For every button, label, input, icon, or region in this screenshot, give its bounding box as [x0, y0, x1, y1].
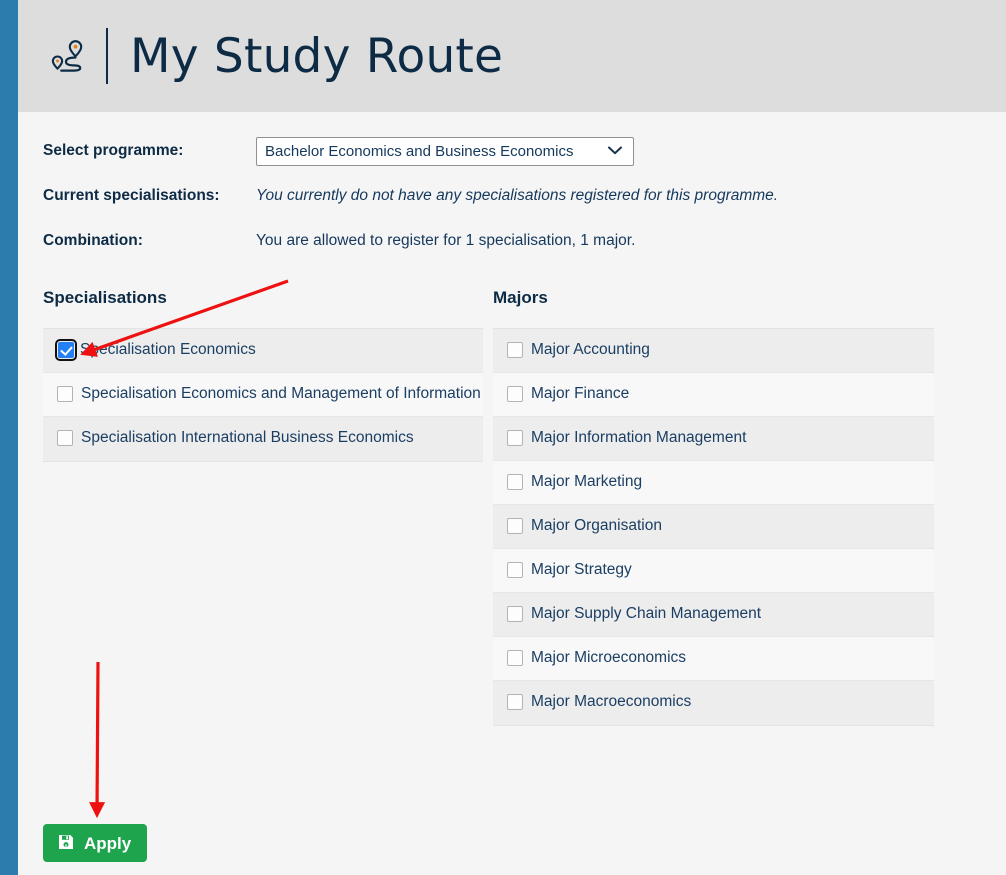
specialisation-checkbox-checked[interactable]: [55, 339, 77, 361]
list-item-label: Major Macroeconomics: [531, 693, 692, 710]
current-specialisations-row: Current specialisations: You currently d…: [43, 178, 943, 214]
list-item-label: Major Strategy: [531, 561, 632, 578]
specialisations-column: Specialisations Specialisation Economics…: [43, 288, 483, 462]
left-sidebar-rail: [0, 0, 18, 875]
programme-label: Select programme:: [43, 142, 184, 159]
specialisations-list: Specialisation Economics Specialisation …: [43, 328, 483, 462]
combination-row: Combination: You are allowed to register…: [43, 223, 943, 259]
apply-button-label: Apply: [84, 833, 132, 853]
list-item-label: Major Finance: [531, 385, 630, 402]
list-item[interactable]: Major Microeconomics: [493, 637, 934, 681]
programme-form: Select programme: Bachelor Economics and…: [43, 133, 943, 268]
list-item[interactable]: Major Organisation: [493, 505, 934, 549]
list-item-label: Major Microeconomics: [531, 649, 687, 666]
majors-heading: Majors: [493, 288, 548, 307]
list-item[interactable]: Major Information Management: [493, 417, 934, 461]
current-specialisations-value: You currently do not have any specialisa…: [256, 187, 779, 204]
list-item[interactable]: Specialisation Economics: [43, 329, 483, 373]
major-checkbox[interactable]: [507, 694, 523, 710]
page-title: My Study Route: [130, 28, 504, 84]
major-checkbox[interactable]: [507, 342, 523, 358]
list-item-label: Specialisation International Business Ec…: [81, 429, 414, 446]
current-specialisations-label: Current specialisations:: [43, 187, 220, 204]
my-study-route-page: My Study Route Select programme: Bachelo…: [0, 0, 1006, 875]
save-floppy-icon: [57, 833, 75, 854]
route-map-pins-icon: [44, 33, 90, 79]
header-divider: [106, 28, 108, 84]
major-checkbox[interactable]: [507, 430, 523, 446]
list-item[interactable]: Major Macroeconomics: [493, 681, 934, 725]
major-checkbox[interactable]: [507, 386, 523, 402]
list-item-label: Major Accounting: [531, 341, 650, 358]
specialisation-checkbox[interactable]: [57, 430, 73, 446]
list-item-label: Major Supply Chain Management: [531, 605, 762, 622]
programme-select[interactable]: Bachelor Economics and Business Economic…: [256, 136, 634, 166]
major-checkbox[interactable]: [507, 474, 523, 490]
combination-value: You are allowed to register for 1 specia…: [256, 232, 636, 249]
list-item[interactable]: Major Finance: [493, 373, 934, 417]
list-item-label: Major Organisation: [531, 517, 662, 534]
list-item[interactable]: Major Marketing: [493, 461, 934, 505]
major-checkbox[interactable]: [507, 518, 523, 534]
annotation-arrow-to-apply: [89, 661, 106, 819]
list-item[interactable]: Major Supply Chain Management: [493, 593, 934, 637]
major-checkbox[interactable]: [507, 606, 523, 622]
programme-select-wrapper: Bachelor Economics and Business Economic…: [256, 136, 634, 166]
specialisations-heading: Specialisations: [43, 288, 167, 307]
programme-row: Select programme: Bachelor Economics and…: [43, 133, 943, 169]
major-checkbox[interactable]: [507, 562, 523, 578]
majors-column: Majors Major Accounting Major Finance Ma…: [493, 288, 934, 726]
list-item[interactable]: Major Accounting: [493, 329, 934, 373]
majors-list: Major Accounting Major Finance Major Inf…: [493, 328, 934, 726]
list-item[interactable]: Major Strategy: [493, 549, 934, 593]
specialisation-checkbox[interactable]: [57, 386, 73, 402]
list-item[interactable]: Specialisation Economics and Management …: [43, 373, 483, 417]
combination-label: Combination:: [43, 232, 143, 249]
list-item-label: Major Information Management: [531, 429, 747, 446]
list-item[interactable]: Specialisation International Business Ec…: [43, 417, 483, 461]
list-item-label: Specialisation Economics and Management …: [81, 385, 481, 402]
apply-button[interactable]: Apply: [43, 824, 148, 862]
list-item-label: Specialisation Economics: [80, 341, 256, 358]
list-item-label: Major Marketing: [531, 473, 643, 490]
major-checkbox[interactable]: [507, 650, 523, 666]
page-header: My Study Route: [18, 0, 1006, 112]
